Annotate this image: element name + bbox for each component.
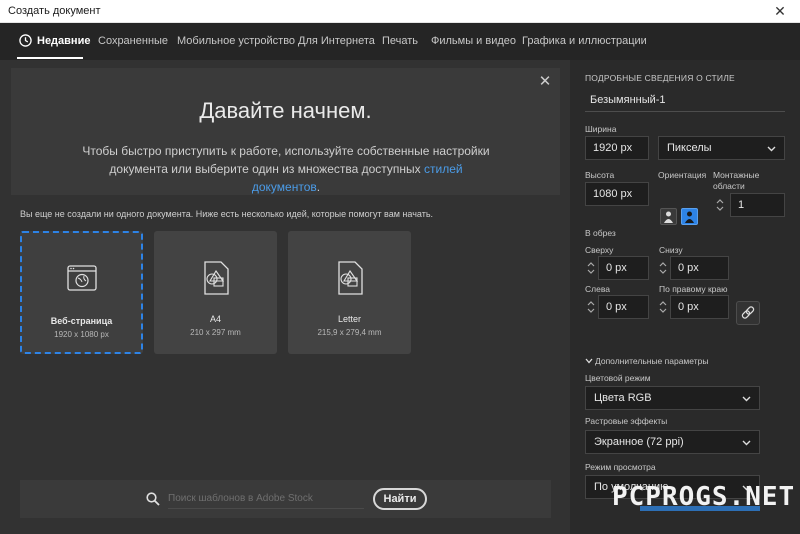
landscape-orientation-button[interactable] xyxy=(681,208,698,225)
stock-search-input[interactable] xyxy=(168,489,364,509)
tab-saved[interactable]: Сохраненные xyxy=(98,35,168,47)
width-field[interactable]: 1920 px xyxy=(585,136,649,160)
clock-icon xyxy=(19,34,32,47)
portrait-icon xyxy=(664,211,673,223)
web-page-icon xyxy=(66,265,97,291)
raster-effects-select[interactable]: Экранное (72 ppi) xyxy=(585,430,760,454)
preset-size: 215,9 x 279,4 mm xyxy=(317,328,382,337)
category-tabs: Недавние Сохраненные Мобильное устройств… xyxy=(0,23,800,60)
tab-art-illustration[interactable]: Графика и иллюстрации xyxy=(522,35,647,47)
units-value: Пикселы xyxy=(667,142,712,154)
window-title: Создать документ xyxy=(8,5,101,17)
banner-title: Давайте начнем. xyxy=(199,98,372,123)
artboards-stepper[interactable] xyxy=(715,195,725,215)
window-titlebar: Создать документ ✕ xyxy=(0,0,800,23)
create-document-dialog: Недавние Сохраненные Мобильное устройств… xyxy=(0,23,800,534)
preset-details-panel: ПОДРОБНЫЕ СВЕДЕНИЯ О СТИЛЕ Безымянный-1 … xyxy=(570,60,800,534)
banner-description: Чтобы быстро приступить к работе, исполь… xyxy=(81,142,491,196)
tab-mobile[interactable]: Мобильное устройство xyxy=(177,35,295,47)
preset-card-letter[interactable]: Letter 215,9 x 279,4 mm xyxy=(288,231,411,354)
color-mode-value: Цвета RGB xyxy=(594,392,652,404)
preset-card-a4[interactable]: A4 210 x 297 mm xyxy=(154,231,277,354)
window-close-button[interactable]: ✕ xyxy=(760,0,800,23)
chevron-down-icon xyxy=(742,396,751,402)
artboards-field[interactable]: 1 xyxy=(730,193,785,217)
artboards-label-line1: Монтажные xyxy=(713,170,760,180)
landscape-icon xyxy=(685,211,694,223)
document-shapes-icon xyxy=(203,261,229,295)
tab-print[interactable]: Печать xyxy=(382,35,418,47)
link-bleed-button[interactable] xyxy=(736,301,760,325)
portrait-orientation-button[interactable] xyxy=(660,208,677,225)
search-icon xyxy=(146,492,160,506)
preset-name: Letter xyxy=(337,314,361,324)
preset-size: 210 x 297 mm xyxy=(190,328,241,337)
banner-close-icon[interactable]: ✕ xyxy=(538,74,552,89)
welcome-banner: ✕ Давайте начнем. Чтобы быстро приступит… xyxy=(11,68,560,195)
tab-web[interactable]: Для Интернета xyxy=(298,35,375,47)
bleed-bottom-label: Снизу xyxy=(659,245,683,255)
banner-text-end: . xyxy=(316,180,321,194)
preset-card-web[interactable]: Веб-страница 1920 x 1080 px xyxy=(20,231,143,354)
watermark-text: PCPROGS.NET xyxy=(612,482,796,512)
advanced-options-toggle[interactable]: Дополнительные параметры xyxy=(595,356,708,366)
presets-area: ✕ Давайте начнем. Чтобы быстро приступит… xyxy=(0,60,570,534)
width-label: Ширина xyxy=(585,124,617,134)
active-tab-indicator xyxy=(17,57,83,59)
height-label: Высота xyxy=(585,170,615,180)
bleed-right-stepper[interactable] xyxy=(658,297,668,317)
tab-recent[interactable]: Недавние xyxy=(37,35,90,47)
raster-effects-label: Растровые эффекты xyxy=(585,416,668,426)
no-documents-hint: Вы еще не создали ни одного документа. Н… xyxy=(20,209,434,219)
orientation-label: Ориентация xyxy=(658,170,707,180)
color-mode-label: Цветовой режим xyxy=(585,373,651,383)
document-name-field[interactable]: Безымянный-1 xyxy=(585,88,785,112)
preset-name: A4 xyxy=(209,314,221,324)
bleed-right-field[interactable]: 0 px xyxy=(670,295,729,319)
document-shapes-icon xyxy=(337,261,363,295)
chevron-down-icon xyxy=(742,440,751,446)
artboards-label-line2: области xyxy=(713,181,745,191)
units-select[interactable]: Пикселы xyxy=(658,136,785,160)
stock-search-bar: Найти xyxy=(20,480,551,518)
preset-name: Веб-страница xyxy=(50,316,113,326)
bleed-left-field[interactable]: 0 px xyxy=(598,295,649,319)
chevron-down-icon[interactable] xyxy=(585,358,593,364)
chevron-down-icon xyxy=(767,146,776,152)
bleed-bottom-stepper[interactable] xyxy=(658,258,668,278)
bleed-label: В обрез xyxy=(585,228,616,238)
tab-film-video[interactable]: Фильмы и видео xyxy=(431,35,516,47)
bleed-top-field[interactable]: 0 px xyxy=(598,256,649,280)
color-mode-select[interactable]: Цвета RGB xyxy=(585,386,760,410)
bleed-top-label: Сверху xyxy=(585,245,614,255)
bleed-bottom-field[interactable]: 0 px xyxy=(670,256,729,280)
chain-link-icon xyxy=(741,306,755,319)
bleed-right-label: По правому краю xyxy=(659,284,728,294)
preview-mode-label: Режим просмотра xyxy=(585,462,656,472)
raster-effects-value: Экранное (72 ppi) xyxy=(594,436,684,448)
bleed-top-stepper[interactable] xyxy=(586,258,596,278)
bleed-left-stepper[interactable] xyxy=(586,297,596,317)
details-section-title: ПОДРОБНЫЕ СВЕДЕНИЯ О СТИЛЕ xyxy=(585,73,735,83)
find-button[interactable]: Найти xyxy=(373,488,427,510)
preset-size: 1920 x 1080 px xyxy=(54,330,109,339)
height-field[interactable]: 1080 px xyxy=(585,182,649,206)
bleed-left-label: Слева xyxy=(585,284,610,294)
